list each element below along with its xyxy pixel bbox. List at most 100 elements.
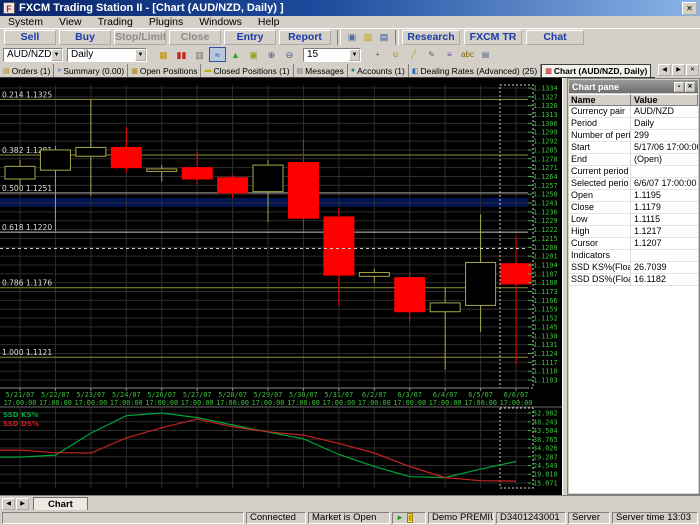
indicators-icon[interactable]: ≡ <box>441 47 458 62</box>
magnet-icon[interactable]: ∪ <box>387 47 404 62</box>
chart-pane-row-low[interactable]: Low 1.1115 <box>569 214 698 226</box>
chart-pane-row-ssd-ds-floa[interactable]: SSD DS%(Floa 16.1182 <box>569 274 698 286</box>
symbol-select[interactable]: AUD/NZD ▼ <box>3 47 63 62</box>
row-name: Current period <box>569 166 631 177</box>
tab-label: Open Positions <box>139 65 198 76</box>
tab-prev-button[interactable]: ◀ <box>658 64 671 76</box>
template-icon[interactable]: ▤ <box>477 47 494 62</box>
window-title: FXCM Trading Station II - [Chart (AUD/NZ… <box>19 2 284 14</box>
column-name: Name <box>569 94 631 105</box>
line-chart-icon[interactable]: ≈ <box>209 47 226 62</box>
tab-dealing-rates-advanced-25[interactable]: ◧ Dealing Rates (Advanced) (25) <box>409 64 542 77</box>
status-market: Market is Open <box>308 512 390 524</box>
save-icon[interactable]: ▤ <box>376 30 392 45</box>
chart-pane-row-high[interactable]: High 1.1217 <box>569 226 698 238</box>
zoom-out-icon[interactable]: ⊖ <box>281 47 298 62</box>
chart-pane-row-number-of-peri[interactable]: Number of peri 299 <box>569 130 698 142</box>
tab-accounts-1[interactable]: ● Accounts (1) <box>348 64 409 77</box>
summary-icon: » <box>57 67 62 74</box>
time-label: 17:00:00 <box>216 399 249 407</box>
tab-chart-aud-nzd-daily[interactable]: ▥ Chart (AUD/NZD, Daily) <box>541 64 652 77</box>
menu-view[interactable]: View <box>51 16 90 29</box>
windows-icon[interactable]: ▣ <box>344 30 360 45</box>
close-button[interactable]: Close <box>169 30 221 45</box>
chart-pane-row-start[interactable]: Start 5/17/06 17:00:00 <box>569 142 698 154</box>
bars-count-select[interactable]: 15 ▼ <box>303 47 361 62</box>
chart-pane-row-current-period[interactable]: Current period <box>569 166 698 178</box>
bottom-prev-button[interactable]: ◀ <box>2 497 15 510</box>
chart-pane-row-open[interactable]: Open 1.1195 <box>569 190 698 202</box>
period-select[interactable]: Daily ▼ <box>67 47 147 62</box>
chart-pane-row-period[interactable]: Period Daily <box>569 118 698 130</box>
close-icon[interactable]: ✕ <box>685 81 695 92</box>
chart-pane-row-close[interactable]: Close 1.1179 <box>569 202 698 214</box>
tab-close-button[interactable]: ✕ <box>686 64 699 76</box>
date-label: 5/31/07 <box>325 391 354 399</box>
tab-next-button[interactable]: ▶ <box>672 64 685 76</box>
price-axis-label: 1.1215 <box>533 235 558 243</box>
date-label: 6/2/07 <box>362 391 387 399</box>
candlestick-chart-icon[interactable]: ▮▮ <box>173 47 190 62</box>
menu-trading[interactable]: Trading <box>90 16 141 29</box>
tab-closed-positions-1[interactable]: ▬ Closed Positions (1) <box>201 64 294 77</box>
status-server-time: Server time 13:03 <box>612 512 698 524</box>
new-chart-icon[interactable]: ▦ <box>155 47 172 62</box>
trade-buttons-group: Sell Buy Stop/Limit Close Entry Report <box>4 30 334 45</box>
date-label: 6/4/07 <box>433 391 458 399</box>
row-value: 299 <box>634 130 650 140</box>
menu-help[interactable]: Help <box>250 16 288 29</box>
ssd-ds-label: SSD DS% <box>3 420 39 428</box>
chart-pane-row-ssd-ks-floa[interactable]: SSD KS%(Floa 26.7039 <box>569 262 698 274</box>
indicator-axis-label: 29.287 <box>533 453 558 461</box>
pin-icon[interactable]: ▪ <box>674 81 684 92</box>
chart-pane-row-currency-pair[interactable]: Currency pair AUD/NZD <box>569 106 698 118</box>
price-axis-label: 1.1292 <box>533 138 558 146</box>
price-axis-label: 1.1299 <box>533 129 558 137</box>
menu-windows[interactable]: Windows <box>191 16 250 29</box>
indicator-axis-label: 48.243 <box>533 418 558 426</box>
chart-pane-row-indicators[interactable]: Indicators <box>569 250 698 262</box>
zoom-in-icon[interactable]: ⊕ <box>263 47 280 62</box>
tab-label: Summary (0.00) <box>63 65 125 76</box>
fib-label: 0.618 1.1220 <box>2 223 52 232</box>
snapshot-icon[interactable]: ▣ <box>245 47 262 62</box>
buy-button[interactable]: Buy <box>59 30 111 45</box>
tab-messages[interactable]: ▤ Messages <box>294 64 348 77</box>
tab-summary-0-00[interactable]: » Summary (0.00) <box>54 64 129 77</box>
messages-icon: ▤ <box>296 67 304 75</box>
price-chart[interactable]: 0.214 1.13250.382 1.12810.500 1.12510.61… <box>0 78 562 495</box>
chart-pane-row-end[interactable]: End (Open) <box>569 154 698 166</box>
date-label: 6/5/07 <box>468 391 493 399</box>
toolbar-separator <box>337 30 341 45</box>
bar-chart-icon[interactable]: ▥ <box>191 47 208 62</box>
area-chart-icon[interactable]: ▲ <box>227 47 244 62</box>
entry-button[interactable]: Entry <box>224 30 276 45</box>
closed-positions-icon: ▬ <box>204 67 212 74</box>
menu-plugins[interactable]: Plugins <box>141 16 191 29</box>
bottom-tab-chart[interactable]: Chart <box>33 497 88 510</box>
tab-orders-1[interactable]: ▤ Orders (1) <box>0 64 55 77</box>
stop-limit-button[interactable]: Stop/Limit <box>114 30 166 45</box>
report-button[interactable]: Report <box>279 30 331 45</box>
fxcm-tr-button[interactable]: FXCM TR <box>464 30 522 45</box>
pencil-icon[interactable]: ✎ <box>423 47 440 62</box>
research-button[interactable]: Research <box>402 30 460 45</box>
bottom-next-button[interactable]: ▶ <box>16 497 29 510</box>
text-label-icon[interactable]: abc <box>459 47 476 62</box>
application-window: F FXCM Trading Station II - [Chart (AUD/… <box>0 0 700 525</box>
price-axis-label: 1.1103 <box>533 377 558 385</box>
draw-line-icon[interactable]: ╱ <box>405 47 422 62</box>
open-folder-icon[interactable]: ▨ <box>360 30 376 45</box>
tab-open-positions[interactable]: ▦ Open Positions <box>128 64 202 77</box>
sell-button[interactable]: Sell <box>4 30 56 45</box>
status-bar: Connected Market is Open ► ▮ Demo PREMIU… <box>0 511 700 525</box>
price-axis-label: 1.1131 <box>533 341 558 349</box>
chat-button[interactable]: Chat <box>526 30 584 45</box>
date-label: 5/21/07 <box>6 391 35 399</box>
chart-pane-row-cursor[interactable]: Cursor 1.1207 <box>569 238 698 250</box>
chart-pane-row-selected-perio[interactable]: Selected perio 6/6/07 17:00:00 <box>569 178 698 190</box>
window-close-button[interactable]: ✕ <box>682 1 697 15</box>
status-icons: ► ▮ <box>392 512 426 524</box>
menu-system[interactable]: System <box>0 16 51 29</box>
crosshair-icon[interactable]: + <box>369 47 386 62</box>
